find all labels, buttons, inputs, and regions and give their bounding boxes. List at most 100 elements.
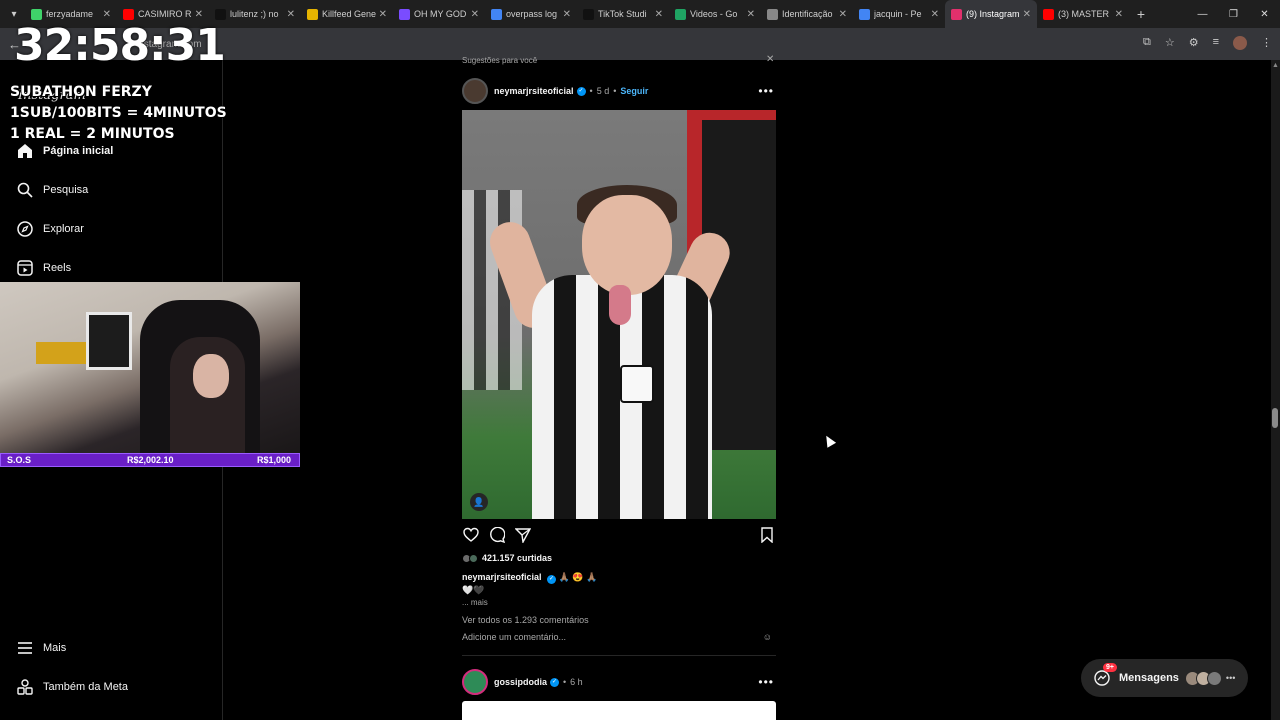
scrollbar[interactable] <box>1271 60 1280 720</box>
tab-favicon-icon <box>123 8 134 20</box>
separator-dot: • <box>589 86 593 96</box>
close-window-icon[interactable]: ✕ <box>1249 9 1280 20</box>
caption-emojis: 🙏🏽 😍 🙏🏽 <box>558 572 598 582</box>
post-image[interactable] <box>462 701 776 720</box>
webcam-poster <box>86 312 132 370</box>
profile-avatar[interactable] <box>1233 36 1247 50</box>
post-time[interactable]: 5 d <box>597 86 610 96</box>
image-face <box>582 195 672 295</box>
sidebar-item-explore[interactable]: Explorar <box>16 220 84 238</box>
tab-close-icon[interactable]: ✕ <box>1115 9 1123 20</box>
avatar[interactable] <box>462 669 488 695</box>
more-options-icon[interactable]: ••• <box>758 84 774 98</box>
tab-label: jacquin - Pe <box>874 9 922 19</box>
post-username[interactable]: neymarjrsiteoficial <box>494 86 574 96</box>
tab-close-icon[interactable]: ✕ <box>195 9 203 20</box>
caption-more-link[interactable]: ... mais <box>462 598 488 607</box>
post-header: neymarjrsiteoficial ✓ • 5 d • Seguir ••• <box>462 78 776 104</box>
tab-label: CASIMIRO R <box>138 9 192 19</box>
tab-close-icon[interactable]: ✕ <box>655 9 663 20</box>
meta-icon <box>16 678 34 696</box>
tab-close-icon[interactable]: ✕ <box>747 9 755 20</box>
post-divider <box>462 655 776 656</box>
post-image[interactable]: 👤 <box>462 110 776 519</box>
restore-icon[interactable]: ❐ <box>1218 9 1249 20</box>
bookmark-star-icon[interactable]: ☆ <box>1165 36 1175 50</box>
new-tab-button[interactable]: + <box>1129 6 1153 22</box>
sidebar-item-meta[interactable]: Também da Meta <box>16 678 128 696</box>
webcam-overlay <box>0 282 300 453</box>
sidebar-item-search[interactable]: Pesquisa <box>16 181 88 199</box>
minimize-icon[interactable]: — <box>1187 9 1218 20</box>
browser-tab[interactable]: (9) Instagram ✕ <box>945 0 1037 28</box>
share-icon[interactable] <box>514 526 532 544</box>
browser-tab[interactable]: OH MY GOD ✕ <box>393 0 485 28</box>
extensions-icon[interactable]: ⚙ <box>1189 36 1199 50</box>
tab-label: TikTok Studi <box>598 9 647 19</box>
comment-icon[interactable] <box>488 526 506 544</box>
save-icon[interactable] <box>758 526 776 544</box>
view-comments-link[interactable]: Ver todos os 1.293 comentários <box>462 615 589 625</box>
subathon-timer: 32:58:31 <box>14 20 226 71</box>
sidebar-item-label: Reels <box>43 262 72 274</box>
tab-close-icon[interactable]: ✕ <box>379 9 387 20</box>
browser-tab[interactable]: Killfeed Gene ✕ <box>301 0 393 28</box>
reels-icon <box>16 259 34 277</box>
tab-close-icon[interactable]: ✕ <box>103 9 111 20</box>
messages-button[interactable]: 9+ Mensagens ••• <box>1081 659 1248 697</box>
tab-label: lulitenz ;) no <box>230 9 279 19</box>
tab-close-icon[interactable]: ✕ <box>563 9 571 20</box>
likes-count[interactable]: 421.157 curtidas <box>462 553 552 563</box>
overlay-line: 1 REAL = 2 MINUTOS <box>10 126 175 142</box>
browser-tab[interactable]: Identificação ✕ <box>761 0 853 28</box>
browser-tab[interactable]: TikTok Studi ✕ <box>577 0 669 28</box>
tab-close-icon[interactable]: ✕ <box>471 9 479 20</box>
post-username[interactable]: gossipdodia <box>494 677 547 687</box>
tab-label: (3) MASTER <box>1058 9 1110 19</box>
browser-menu-icon[interactable]: ⋮ <box>1261 36 1272 50</box>
post-actions <box>462 526 776 546</box>
browser-tab[interactable]: jacquin - Pe ✕ <box>853 0 945 28</box>
tab-favicon-icon <box>215 8 226 20</box>
user-tag-icon[interactable]: 👤 <box>470 493 488 511</box>
emoji-icon[interactable]: ☺ <box>763 632 772 642</box>
unread-badge: 9+ <box>1103 663 1117 672</box>
subathon-info: SUBATHON FERZY 1SUB/100BITS = 4MINUTOS 1… <box>10 82 227 145</box>
sidebar-item-more[interactable]: Mais <box>16 639 66 657</box>
search-icon <box>16 181 34 199</box>
tab-label: overpass log <box>506 9 558 19</box>
follow-button[interactable]: Seguir <box>620 86 648 96</box>
tab-close-icon[interactable]: ✕ <box>931 9 939 20</box>
tab-favicon-icon <box>675 8 686 20</box>
browser-tab[interactable]: Videos - Go ✕ <box>669 0 761 28</box>
window-controls: — ❐ ✕ <box>1187 0 1280 28</box>
scroll-up-icon[interactable]: ▲ <box>1272 62 1279 69</box>
post-header: gossipdodia ✓ • 6 h ••• <box>462 669 776 695</box>
post-time[interactable]: 6 h <box>570 677 583 687</box>
like-icon[interactable] <box>462 526 480 544</box>
browser-tab[interactable]: (3) MASTER ✕ <box>1037 0 1129 28</box>
close-suggestions-icon[interactable]: ✕ <box>766 54 774 65</box>
sidebar-item-label: Mais <box>43 642 67 654</box>
add-comment-input[interactable]: Adicione um comentário... ☺ <box>462 632 776 642</box>
tab-close-icon[interactable]: ✕ <box>287 9 295 20</box>
tab-close-icon[interactable]: ✕ <box>839 9 847 20</box>
more-options-icon[interactable]: ••• <box>758 675 774 689</box>
image-crest <box>620 365 654 403</box>
media-control-icon[interactable]: ≡ <box>1213 36 1219 50</box>
install-app-icon[interactable]: ⧉ <box>1143 36 1151 50</box>
sidebar-item-reels[interactable]: Reels <box>16 259 71 277</box>
messages-label: Mensagens <box>1119 672 1179 684</box>
tab-favicon-icon <box>951 8 962 20</box>
scrollbar-thumb[interactable] <box>1272 408 1278 428</box>
menu-icon <box>16 639 34 657</box>
verified-icon: ✓ <box>547 575 557 584</box>
avatar[interactable] <box>462 78 488 104</box>
avatar <box>469 553 478 563</box>
tab-close-icon[interactable]: ✕ <box>1023 9 1031 20</box>
overlay-line: SUBATHON FERZY <box>10 84 152 100</box>
caption-username[interactable]: neymarjrsiteoficial <box>462 572 542 582</box>
add-comment-placeholder: Adicione um comentário... <box>462 632 567 642</box>
browser-tab[interactable]: overpass log ✕ <box>485 0 577 28</box>
separator-dot: • <box>563 677 567 687</box>
